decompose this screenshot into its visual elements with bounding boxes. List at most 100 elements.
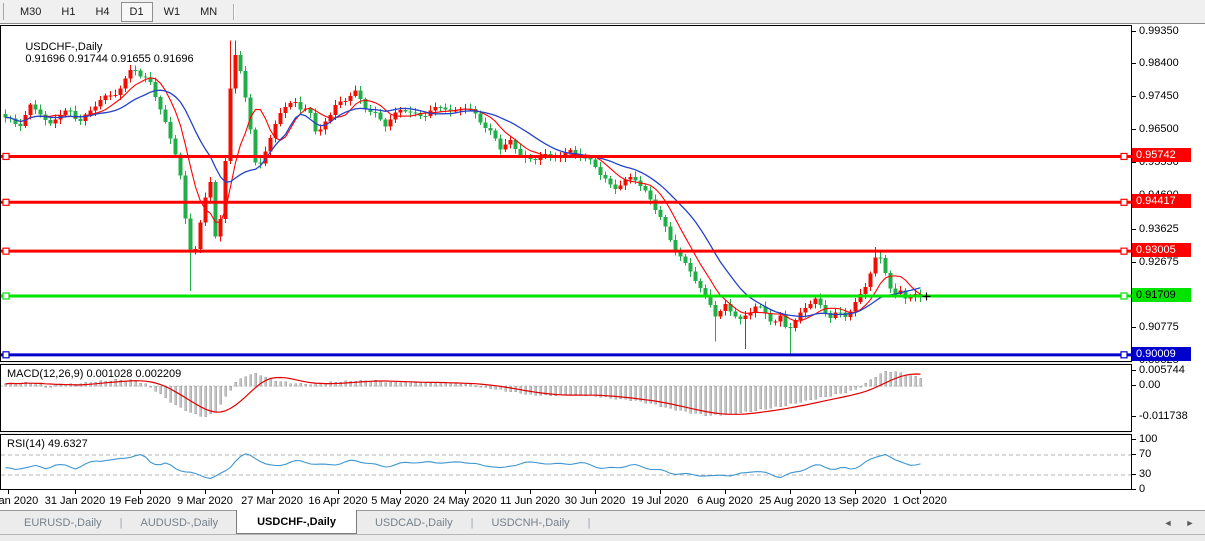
candle [729,299,733,316]
date-label: 24 May 2020 [433,495,497,507]
macd-tick-label: 0.00 [1139,379,1160,391]
price-level-badge: 0.91709 [1132,288,1191,302]
candles-layer [4,40,923,354]
candle [564,148,568,162]
timeframe-button-w1[interactable]: W1 [155,2,190,22]
candle [599,162,603,180]
candle [889,271,893,293]
chart-symbol-period: USDCHF-,Daily [25,41,102,53]
chart-tab-audusd[interactable]: AUDUSD-,Daily [122,511,236,534]
candle [389,115,393,130]
candle [104,94,108,104]
candle [419,110,423,119]
candle [79,114,83,125]
candle [694,267,698,284]
price-tick-label: 0.99350 [1139,25,1179,37]
horizontal-level-line[interactable] [1,352,1131,358]
price-tick [1132,229,1136,230]
chart-tabs: EURUSD-,Daily|AUDUSD-,DailyUSDCHF-,Daily… [6,511,591,534]
candle [374,107,378,118]
candle [384,118,388,132]
macd-tick-label: -0.011738 [1139,410,1188,422]
candle [344,98,348,105]
candle [724,300,728,315]
price-level-badge: 0.95742 [1132,148,1191,162]
rsi-tick [1132,439,1136,440]
candle [154,77,158,100]
candle [879,253,883,264]
price-tick-label: 0.97450 [1139,90,1179,102]
candle [44,111,48,125]
timeframe-button-h1[interactable]: H1 [52,2,84,22]
candle [84,113,88,126]
rsi-chart [1,435,1131,489]
candle [124,76,128,92]
price-tick [1132,129,1136,130]
candle [669,222,673,242]
price-axis[interactable]: 0.993500.984000.974500.965000.955500.946… [1132,24,1205,510]
candle [659,206,663,220]
chart-tab-eurusd[interactable]: EURUSD-,Daily [6,511,120,534]
date-tick [140,490,141,494]
price-tick [1132,327,1136,328]
rsi-tick-label: 100 [1139,433,1157,445]
macd-tick [1132,416,1136,417]
candle [484,118,488,133]
horizontal-level-line[interactable] [1,199,1131,205]
tab-scroll-left-button[interactable]: ◄ [1161,518,1175,528]
candle [714,301,718,341]
timeframe-button-mn[interactable]: MN [191,2,226,22]
timeframe-button-d1[interactable]: D1 [121,2,153,22]
horizontal-level-line[interactable] [1,293,1131,299]
macd-indicator-panel[interactable]: MACD(12,26,9) 0.001028 0.002209 [0,364,1132,432]
candle [829,310,833,322]
rsi-label: RSI(14) 49.6327 [7,438,88,450]
macd-tick [1132,370,1136,371]
macd-label: MACD(12,26,9) 0.001028 0.002209 [7,368,181,380]
horizontal-level-line[interactable] [1,248,1131,254]
candle [114,90,118,98]
timeframe-button-h4[interactable]: H4 [86,2,118,22]
candle [494,128,498,140]
rsi-indicator-panel[interactable]: RSI(14) 49.6327 [0,434,1132,490]
timeframe-button-m30[interactable]: M30 [11,2,50,22]
price-tick [1132,262,1136,263]
candle [869,272,873,291]
candle [354,85,358,97]
candle [184,171,188,224]
toolbar-clipped-button[interactable] [0,3,4,20]
chart-tab-usdcad[interactable]: USDCAD-,Daily [357,511,471,534]
chart-tab-usdchf[interactable]: USDCHF-,Daily [236,510,357,534]
candle [49,118,53,126]
price-tick-label: 0.96500 [1139,123,1179,135]
date-label: 1 Oct 2020 [893,495,947,507]
candle [684,254,688,266]
candle [809,300,813,309]
candle [784,311,788,329]
candle [699,279,703,293]
candle [174,135,178,158]
rsi-tick-label: 0 [1139,483,1145,495]
rsi-tick [1132,489,1136,490]
price-chart-panel[interactable]: USDCHF-,Daily 0.91696 0.91744 0.91655 0.… [0,25,1132,362]
candle [324,118,328,134]
candle [749,308,753,320]
chart-tab-usdcnh[interactable]: USDCNH-,Daily [473,511,587,534]
date-label: 5 May 2020 [371,495,428,507]
date-tick [400,490,401,494]
candle [109,91,113,100]
date-tick [855,490,856,494]
date-axis[interactable]: 13 Jan 202031 Jan 202019 Feb 20209 Mar 2… [0,490,1132,510]
tab-scroll-right-button[interactable]: ► [1183,518,1197,528]
date-label: 16 Apr 2020 [308,495,367,507]
date-tick [920,490,921,494]
candle [499,135,503,155]
candle [214,180,218,239]
date-label: 31 Jan 2020 [45,495,106,507]
candle [489,123,493,135]
candle [244,66,248,102]
candle [209,177,213,202]
toolbar-separator [233,4,235,20]
candle [249,94,253,134]
price-tick-label: 0.92675 [1139,256,1179,268]
